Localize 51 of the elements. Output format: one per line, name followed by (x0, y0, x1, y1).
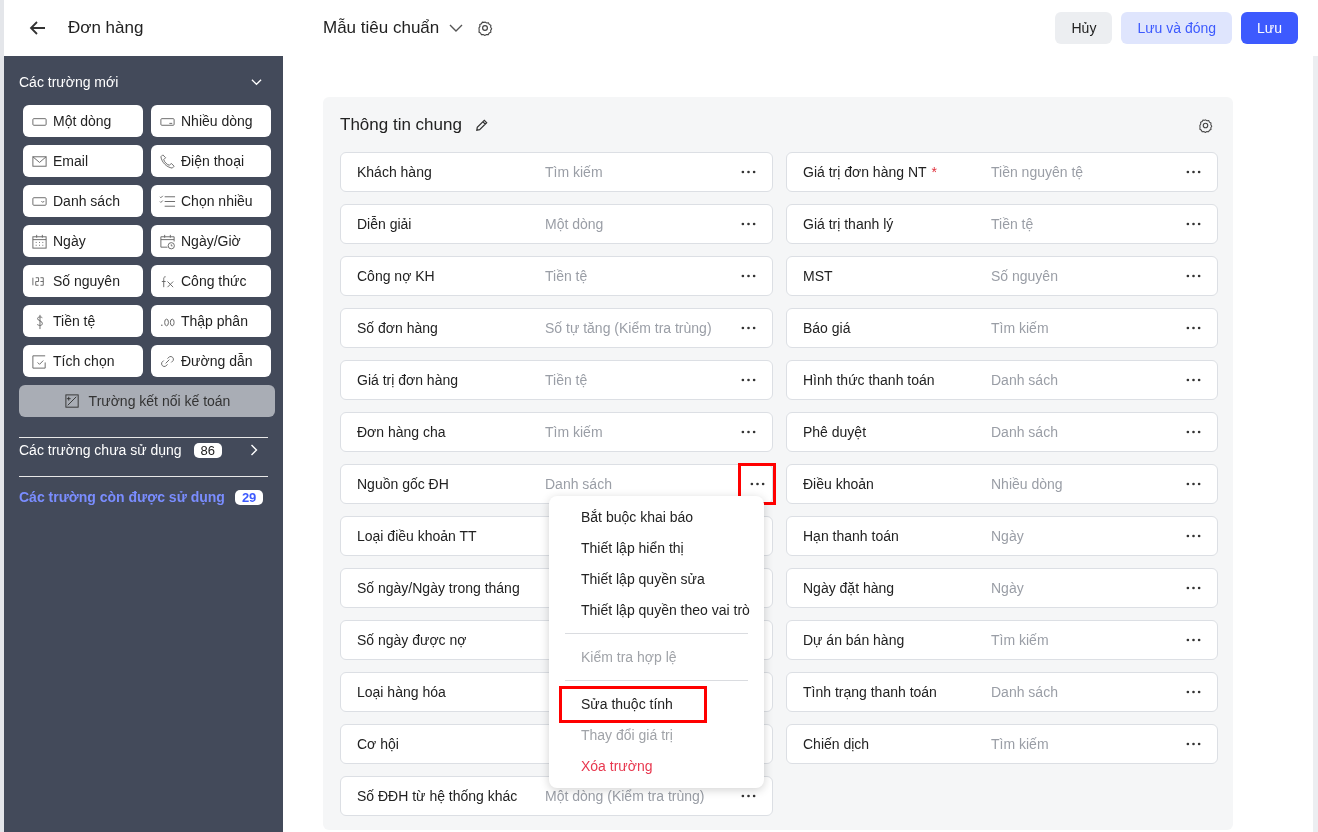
field-label: Giá trị đơn hàng NT (803, 164, 927, 180)
field-type: Nhiều dòng (991, 476, 1063, 492)
field-label: Cơ hội (357, 736, 399, 752)
field-type: Một dòng (Kiểm tra trùng) (545, 788, 705, 804)
field-label: Khách hàng (357, 164, 432, 180)
field-type: Số nguyên (991, 268, 1058, 284)
field-type: Ngày (991, 528, 1024, 544)
field-type: Danh sách (991, 372, 1058, 388)
field-label: Số ngày/Ngày trong tháng (357, 580, 520, 596)
field-type: Danh sách (545, 476, 612, 492)
field-label: Điều khoản (803, 476, 874, 492)
field-type: Tìm kiếm (545, 424, 603, 440)
field-type: Tìm kiếm (991, 320, 1049, 336)
field-type: Ngày (991, 580, 1024, 596)
field-label: Số ngày được nợ (357, 632, 467, 648)
field-type: Danh sách (991, 684, 1058, 700)
field-label: Số đơn hàng (357, 320, 438, 336)
field-label: Phê duyệt (803, 424, 867, 440)
field-label: Loại hàng hóa (357, 684, 446, 700)
field-label: MST (803, 268, 833, 284)
field-type: Danh sách (991, 424, 1058, 440)
card-title: Thông tin chung (340, 115, 462, 135)
field-type: Tìm kiếm (991, 632, 1049, 648)
field-label: Nguồn gốc ĐH (357, 476, 449, 492)
field-label: Hình thức thanh toán (803, 372, 935, 388)
required-mark: * (931, 164, 938, 180)
field-type: Tìm kiếm (991, 736, 1049, 752)
field-type: Một dòng (545, 216, 604, 232)
field-label: Diễn giải (357, 216, 412, 232)
field-type: Tiền tệ (991, 216, 1034, 232)
field-label: Dự án bán hàng (803, 632, 905, 648)
field-type: Tìm kiếm (545, 164, 603, 180)
field-type: Tiền tệ (545, 268, 588, 284)
field-type: Số tự tăng (Kiểm tra trùng) (545, 320, 712, 336)
field-label: Loại điều khoản TT (357, 528, 477, 544)
page-title: Đơn hàng (68, 18, 144, 38)
field-label: Hạn thanh toán (803, 528, 899, 544)
field-label: Chiến dịch (803, 736, 870, 752)
field-label: Công nợ KH (357, 268, 435, 284)
field-type: Tiền nguyên tệ (991, 164, 1084, 180)
field-label: Ngày đặt hàng (803, 580, 895, 596)
count-badge: 86 (193, 442, 223, 458)
field-label: Số ĐĐH từ hệ thống khác (357, 788, 518, 804)
field-label: Báo giá (803, 320, 851, 336)
field-label: Tình trạng thanh toán (803, 684, 937, 700)
field-label: Giá trị đơn hàng (357, 372, 458, 388)
field-type: Tiền tệ (545, 372, 588, 388)
field-label: Giá trị thanh lý (803, 216, 894, 232)
count-badge: 29 (234, 489, 264, 505)
field-label: Đơn hàng cha (357, 424, 446, 440)
section-title: Các trường mới (19, 74, 119, 90)
